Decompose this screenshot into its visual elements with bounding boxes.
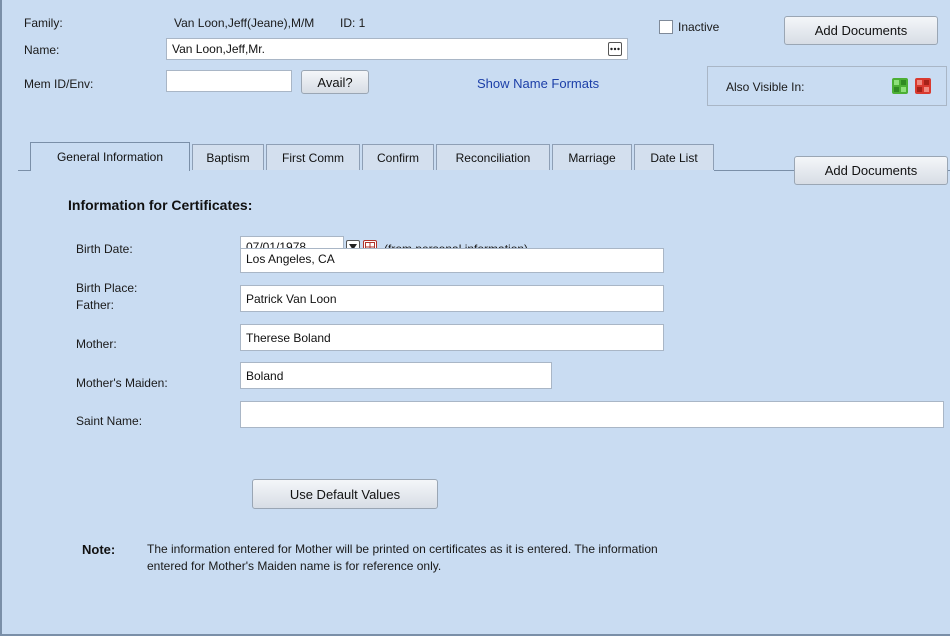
more-options-icon[interactable] <box>608 42 622 56</box>
saint-name-label: Saint Name: <box>76 414 143 428</box>
note-label: Note: <box>82 542 116 557</box>
use-default-values-button[interactable]: Use Default Values <box>252 479 438 509</box>
inactive-label: Inactive <box>678 20 720 34</box>
also-visible-panel: Also Visible In: <box>707 66 947 106</box>
note-line-2: entered for Mother's Maiden name is for … <box>147 559 442 573</box>
tab-reconciliation[interactable]: Reconciliation <box>436 144 550 170</box>
family-value: Van Loon,Jeff(Jeane),M/M <box>174 16 315 30</box>
member-window: Family: Van Loon,Jeff(Jeane),M/M ID: 1 N… <box>0 0 950 636</box>
birth-place-label: Birth Place: <box>76 281 138 295</box>
mother-field[interactable]: Therese Boland <box>240 324 664 351</box>
green-puzzle-icon[interactable] <box>892 78 908 94</box>
note-line-1: The information entered for Mother will … <box>147 542 658 556</box>
father-label: Father: <box>76 298 115 312</box>
saint-name-field[interactable] <box>240 401 944 428</box>
section-title: Information for Certificates: <box>68 197 253 213</box>
tab-confirm[interactable]: Confirm <box>362 144 434 170</box>
tab-baptism[interactable]: Baptism <box>192 144 264 170</box>
memid-label: Mem ID/Env: <box>24 77 94 91</box>
member-id-text: ID: 1 <box>340 16 366 30</box>
tab-date-list[interactable]: Date List <box>634 144 714 170</box>
add-documents-button[interactable]: Add Documents <box>794 156 948 185</box>
mother-label: Mother: <box>76 337 117 351</box>
birth-date-label: Birth Date: <box>76 242 133 256</box>
red-puzzle-icon[interactable] <box>915 78 931 94</box>
tab-marriage[interactable]: Marriage <box>552 144 632 170</box>
father-field[interactable]: Patrick Van Loon <box>240 285 664 312</box>
mothers-maiden-field[interactable]: Boland <box>240 362 552 389</box>
birth-place-field[interactable]: Los Angeles, CA <box>240 248 664 273</box>
inactive-checkbox[interactable] <box>659 20 673 34</box>
add-documents-top-button[interactable]: Add Documents <box>784 16 938 45</box>
show-name-formats-link[interactable]: Show Name Formats <box>477 76 599 91</box>
tab-first-comm[interactable]: First Comm <box>266 144 360 170</box>
name-label: Name: <box>24 43 60 57</box>
also-visible-label: Also Visible In: <box>726 80 805 94</box>
mothers-maiden-label: Mother's Maiden: <box>76 376 168 390</box>
memid-field[interactable] <box>166 70 292 92</box>
tab-general-information[interactable]: General Information <box>30 142 190 171</box>
name-field[interactable]: Van Loon,Jeff,Mr. <box>166 38 628 60</box>
avail-button[interactable]: Avail? <box>301 70 369 94</box>
family-label: Family: <box>24 16 63 30</box>
